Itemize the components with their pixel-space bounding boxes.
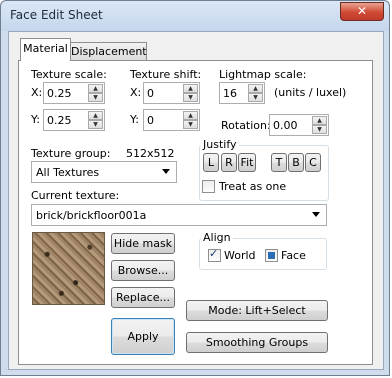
spin-up-icon[interactable]: ▲ — [88, 84, 103, 93]
hide-mask-button[interactable]: Hide mask — [111, 233, 175, 254]
spin-up-icon[interactable]: ▲ — [183, 84, 198, 93]
align-label: Align — [201, 231, 233, 244]
texture-preview-image — [32, 232, 105, 305]
treat-as-one-label: Treat as one — [219, 180, 287, 193]
align-face-checkbox[interactable] — [265, 249, 278, 262]
rotation-value: 0.00 — [273, 119, 298, 132]
mode-button[interactable]: Mode: Lift+Select — [186, 300, 328, 321]
align-world-label: World — [224, 249, 256, 262]
shift-y-spinner[interactable]: 0 ▲ ▼ — [143, 109, 200, 131]
browse-button[interactable]: Browse... — [111, 260, 175, 281]
texture-size-label: 512x512 — [126, 147, 175, 160]
tab-material[interactable]: Material — [20, 38, 71, 61]
replace-button[interactable]: Replace... — [111, 287, 175, 308]
spin-down-icon[interactable]: ▼ — [88, 120, 103, 129]
spin-up-icon[interactable]: ▲ — [88, 111, 103, 120]
texture-shift-label: Texture shift: — [130, 68, 202, 81]
spin-up-icon[interactable]: ▲ — [312, 116, 327, 125]
tab-displacement[interactable]: Displacement — [70, 42, 147, 61]
justify-bottom-button[interactable]: B — [288, 153, 304, 172]
current-texture-value: brick/brickfloor001a — [36, 209, 147, 222]
shift-x-label: X: — [130, 86, 142, 99]
close-button[interactable]: ✕ — [340, 2, 384, 21]
justify-center-button[interactable]: C — [305, 153, 321, 172]
title-bar[interactable]: Face Edit Sheet ✕ — [1, 1, 389, 31]
current-texture-select[interactable]: brick/brickfloor001a — [31, 204, 327, 226]
smoothing-groups-button[interactable]: Smoothing Groups — [186, 332, 328, 353]
chevron-down-icon — [162, 169, 170, 174]
shift-y-value: 0 — [147, 114, 154, 127]
scale-y-value: 0.25 — [47, 114, 72, 127]
scale-y-spinner[interactable]: 0.25 ▲ ▼ — [43, 109, 105, 131]
shift-x-spinner[interactable]: 0 ▲ ▼ — [143, 82, 200, 104]
scale-x-spinner[interactable]: 0.25 ▲ ▼ — [43, 82, 105, 104]
close-icon: ✕ — [356, 4, 368, 18]
justify-right-button[interactable]: R — [221, 153, 237, 172]
justify-fit-button[interactable]: Fit — [238, 153, 256, 172]
scale-x-label: X: — [31, 86, 43, 99]
texture-group-select[interactable]: All Textures — [31, 161, 177, 183]
rotation-label: Rotation: — [221, 119, 271, 132]
window-title: Face Edit Sheet — [10, 8, 103, 22]
justify-label: Justify — [201, 138, 239, 151]
justify-left-button[interactable]: L — [203, 153, 219, 172]
spin-up-icon[interactable]: ▲ — [248, 84, 263, 93]
spin-up-icon[interactable]: ▲ — [183, 111, 198, 120]
apply-button[interactable]: Apply — [111, 318, 175, 355]
chevron-down-icon — [312, 212, 320, 217]
justify-top-button[interactable]: T — [271, 153, 287, 172]
shift-y-label: Y: — [130, 113, 139, 126]
treat-as-one-checkbox[interactable] — [202, 180, 215, 193]
lightmap-scale-spinner[interactable]: 16 ▲ ▼ — [219, 82, 265, 104]
current-texture-label: Current texture: — [31, 189, 120, 202]
check-icon: ✓ — [209, 247, 219, 260]
dialog-client-area: Material Displacement Texture scale: X: … — [8, 31, 384, 370]
texture-group-label: Texture group: — [31, 147, 111, 160]
align-world-checkbox[interactable]: ✓ — [208, 247, 221, 262]
checkbox-indeterminate-icon — [268, 252, 275, 259]
lightmap-scale-label: Lightmap scale: — [219, 68, 307, 81]
texture-group-value: All Textures — [36, 166, 100, 179]
spin-down-icon[interactable]: ▼ — [88, 93, 103, 102]
lightmap-scale-value: 16 — [223, 87, 237, 100]
spin-down-icon[interactable]: ▼ — [183, 93, 198, 102]
rotation-spinner[interactable]: 0.00 ▲ ▼ — [269, 114, 329, 136]
spin-down-icon[interactable]: ▼ — [183, 120, 198, 129]
texture-scale-label: Texture scale: — [31, 68, 107, 81]
align-face-label: Face — [281, 249, 306, 262]
material-tab-panel: Texture scale: X: 0.25 ▲ ▼ Y: 0.25 ▲ ▼ Tex… — [18, 60, 373, 365]
scale-x-value: 0.25 — [47, 87, 72, 100]
scale-y-label: Y: — [31, 113, 40, 126]
shift-x-value: 0 — [147, 87, 154, 100]
spin-down-icon[interactable]: ▼ — [248, 93, 263, 102]
spin-down-icon[interactable]: ▼ — [312, 125, 327, 134]
face-edit-sheet-window: Face Edit Sheet ✕ Material Displacement … — [0, 0, 390, 376]
lightmap-units-label: (units / luxel) — [274, 86, 347, 99]
